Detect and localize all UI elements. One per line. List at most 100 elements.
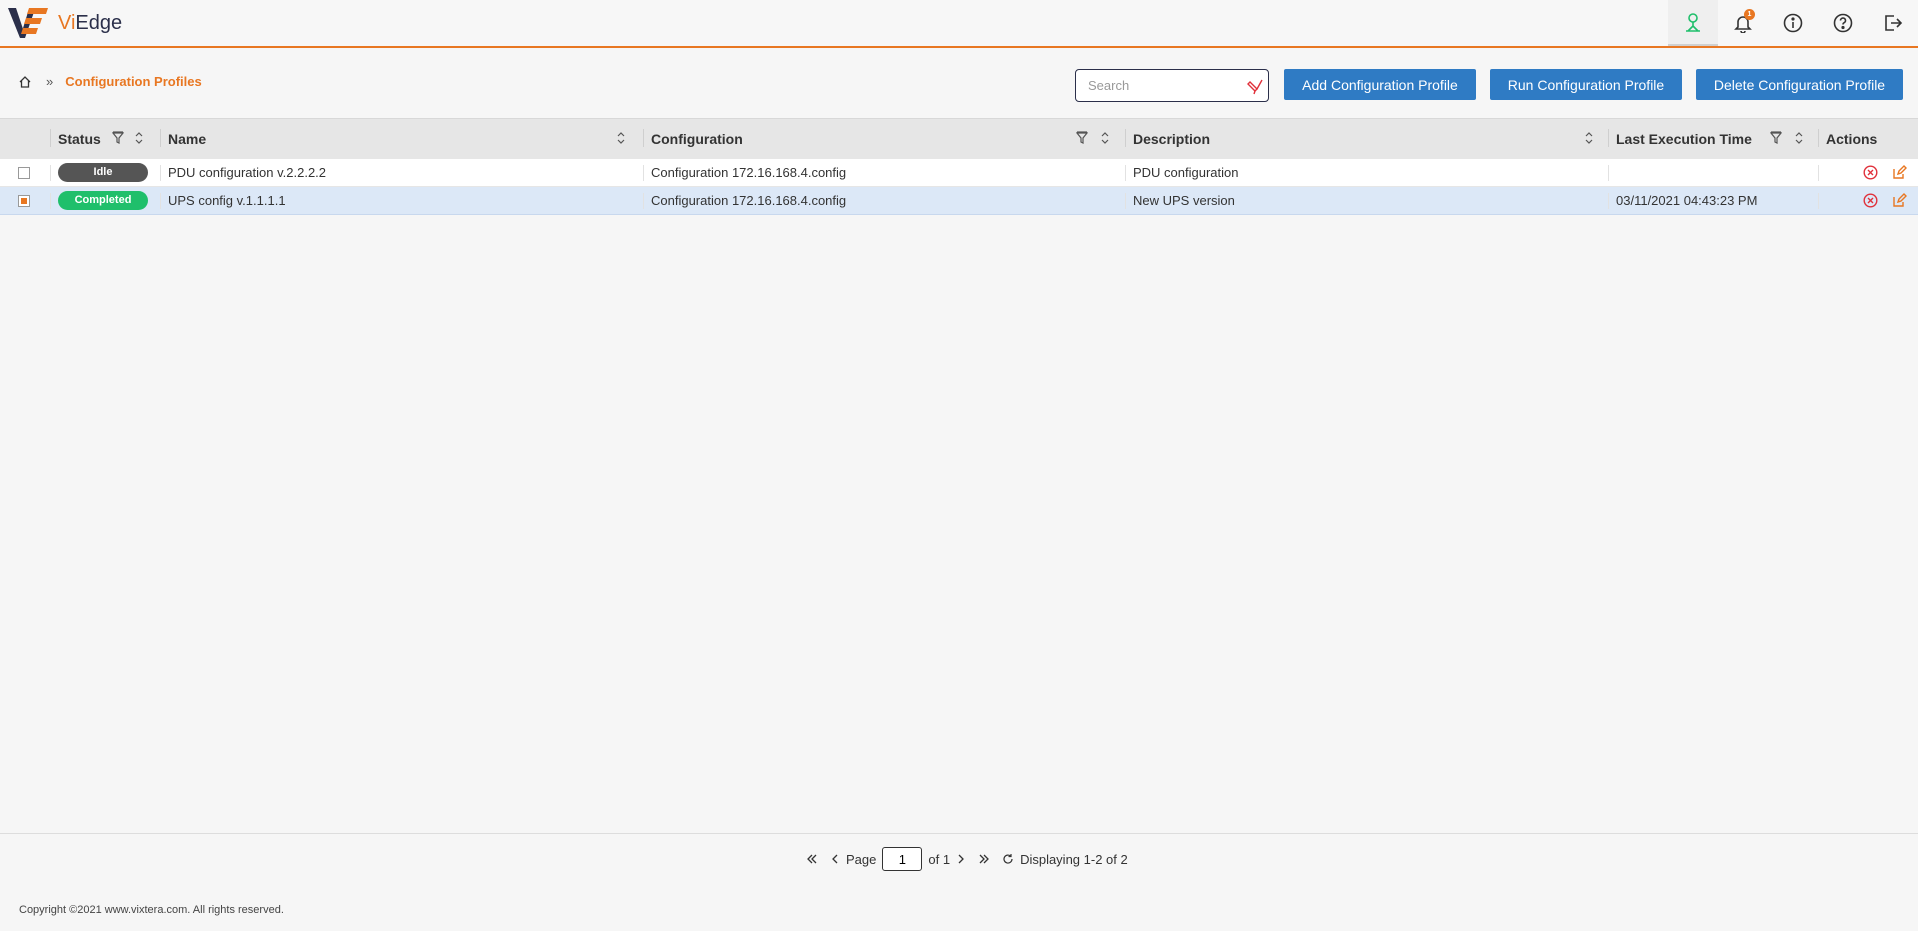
column-description[interactable]: Description <box>1125 118 1608 159</box>
column-configuration[interactable]: Configuration <box>643 118 1125 159</box>
page-count: of 1 <box>928 851 951 867</box>
info-icon <box>1783 13 1803 33</box>
row-checkbox[interactable] <box>18 195 30 207</box>
chevron-left-icon <box>832 854 838 864</box>
app-logo[interactable]: ViEdge <box>8 6 122 40</box>
row-checkbox[interactable] <box>18 167 30 179</box>
actions-cell <box>1818 187 1918 215</box>
configuration-text: Configuration 172.16.168.4.config <box>651 165 847 180</box>
notifications-button[interactable]: 1 <box>1718 0 1768 46</box>
double-chevron-left-icon <box>807 854 817 864</box>
cancel-run-icon[interactable] <box>1863 165 1878 180</box>
column-status-label: Status <box>58 130 101 147</box>
header-icons: 1 <box>1668 0 1918 46</box>
delete-configuration-profile-button[interactable]: Delete Configuration Profile <box>1696 69 1903 100</box>
sort-icon[interactable] <box>134 131 144 145</box>
network-button[interactable] <box>1668 0 1718 46</box>
chevron-right-icon <box>958 854 964 864</box>
breadcrumb-separator: » <box>46 74 54 89</box>
table-row[interactable]: Idle PDU configuration v.2.2.2.2 Configu… <box>0 159 1918 187</box>
filter-icon[interactable] <box>1076 131 1088 145</box>
breadcrumb: » Configuration Profiles <box>18 74 202 89</box>
status-cell: Completed <box>50 187 160 215</box>
table-header: Status Name Configuration Description La… <box>0 118 1918 159</box>
display-count: Displaying 1-2 of 2 <box>1020 851 1128 867</box>
pager-divider <box>0 833 1918 834</box>
logout-icon <box>1885 15 1903 31</box>
notification-badge: 1 <box>1744 9 1755 20</box>
column-separator <box>643 129 644 147</box>
previous-page-button[interactable] <box>830 853 840 865</box>
column-separator <box>50 129 51 147</box>
search-input[interactable] <box>1076 70 1236 101</box>
last-execution-cell <box>1608 159 1818 187</box>
copyright-text: Copyright ©2021 www.vixtera.com. All rig… <box>19 904 284 916</box>
description-text: PDU configuration <box>1133 165 1239 180</box>
status-cell: Idle <box>50 159 160 187</box>
page-toolbar: » Configuration Profiles Add Configurati… <box>0 50 1918 118</box>
run-configuration-profile-button[interactable]: Run Configuration Profile <box>1490 69 1682 100</box>
column-configuration-label: Configuration <box>651 130 743 147</box>
column-separator <box>1818 129 1819 147</box>
column-last-execution-time[interactable]: Last Execution Time <box>1608 118 1818 159</box>
brand-name: ViEdge <box>58 12 122 35</box>
last-execution-text: 03/11/2021 04:43:23 PM <box>1616 193 1758 208</box>
top-bar: ViEdge 1 <box>0 0 1918 48</box>
configuration-cell: Configuration 172.16.168.4.config <box>643 159 1125 187</box>
name-cell: UPS config v.1.1.1.1 <box>160 187 643 215</box>
brand-prefix: Vi <box>58 11 76 34</box>
next-page-button[interactable] <box>956 853 966 865</box>
status-badge: Completed <box>58 191 148 210</box>
column-separator <box>1608 129 1609 147</box>
add-configuration-profile-button[interactable]: Add Configuration Profile <box>1284 69 1476 100</box>
brand-suffix: Edge <box>75 11 123 34</box>
status-badge: Idle <box>58 163 148 182</box>
column-separator <box>160 129 161 147</box>
column-separator <box>1125 129 1126 147</box>
logout-button[interactable] <box>1868 0 1918 46</box>
table-row[interactable]: Completed UPS config v.1.1.1.1 Configura… <box>0 187 1918 215</box>
breadcrumb-current: Configuration Profiles <box>65 74 202 89</box>
viedge-logo-icon <box>8 8 48 38</box>
name-text: PDU configuration v.2.2.2.2 <box>168 165 327 180</box>
pagination: Page of 1 Displaying 1-2 of 2 <box>800 847 1128 871</box>
edit-icon[interactable] <box>1892 193 1907 208</box>
description-cell: New UPS version <box>1125 187 1608 215</box>
sort-icon[interactable] <box>616 131 626 145</box>
page-label: Page <box>846 851 877 867</box>
edit-icon[interactable] <box>1892 165 1907 180</box>
configuration-text: Configuration 172.16.168.4.config <box>651 193 847 208</box>
last-page-button[interactable] <box>978 853 990 865</box>
clear-filter-icon[interactable] <box>1246 78 1264 96</box>
home-icon[interactable] <box>18 75 32 89</box>
help-icon <box>1833 13 1853 33</box>
configuration-cell: Configuration 172.16.168.4.config <box>643 187 1125 215</box>
filter-icon[interactable] <box>112 131 124 145</box>
search-box <box>1075 69 1269 102</box>
double-chevron-right-icon <box>979 854 989 864</box>
column-status[interactable]: Status <box>50 118 160 159</box>
description-cell: PDU configuration <box>1125 159 1608 187</box>
actions-cell <box>1818 159 1918 187</box>
sort-icon[interactable] <box>1584 131 1594 145</box>
page-number-input[interactable] <box>882 847 923 871</box>
filter-icon[interactable] <box>1770 131 1782 145</box>
header-select <box>0 118 50 159</box>
last-execution-cell: 03/11/2021 04:43:23 PM <box>1608 187 1818 215</box>
column-description-label: Description <box>1133 130 1211 147</box>
help-button[interactable] <box>1818 0 1868 46</box>
sort-icon[interactable] <box>1100 131 1110 145</box>
name-text: UPS config v.1.1.1.1 <box>168 193 286 208</box>
first-page-button[interactable] <box>806 853 818 865</box>
refresh-button[interactable] <box>1002 853 1014 865</box>
column-name[interactable]: Name <box>160 118 643 159</box>
description-text: New UPS version <box>1133 193 1235 208</box>
refresh-icon <box>1003 854 1013 864</box>
cancel-run-icon[interactable] <box>1863 193 1878 208</box>
info-button[interactable] <box>1768 0 1818 46</box>
column-actions-label: Actions <box>1826 130 1878 147</box>
network-icon <box>1686 13 1700 32</box>
configuration-profiles-table: Status Name Configuration Description La… <box>0 118 1918 215</box>
column-last-execution-label: Last Execution Time <box>1616 130 1752 147</box>
sort-icon[interactable] <box>1794 131 1804 145</box>
